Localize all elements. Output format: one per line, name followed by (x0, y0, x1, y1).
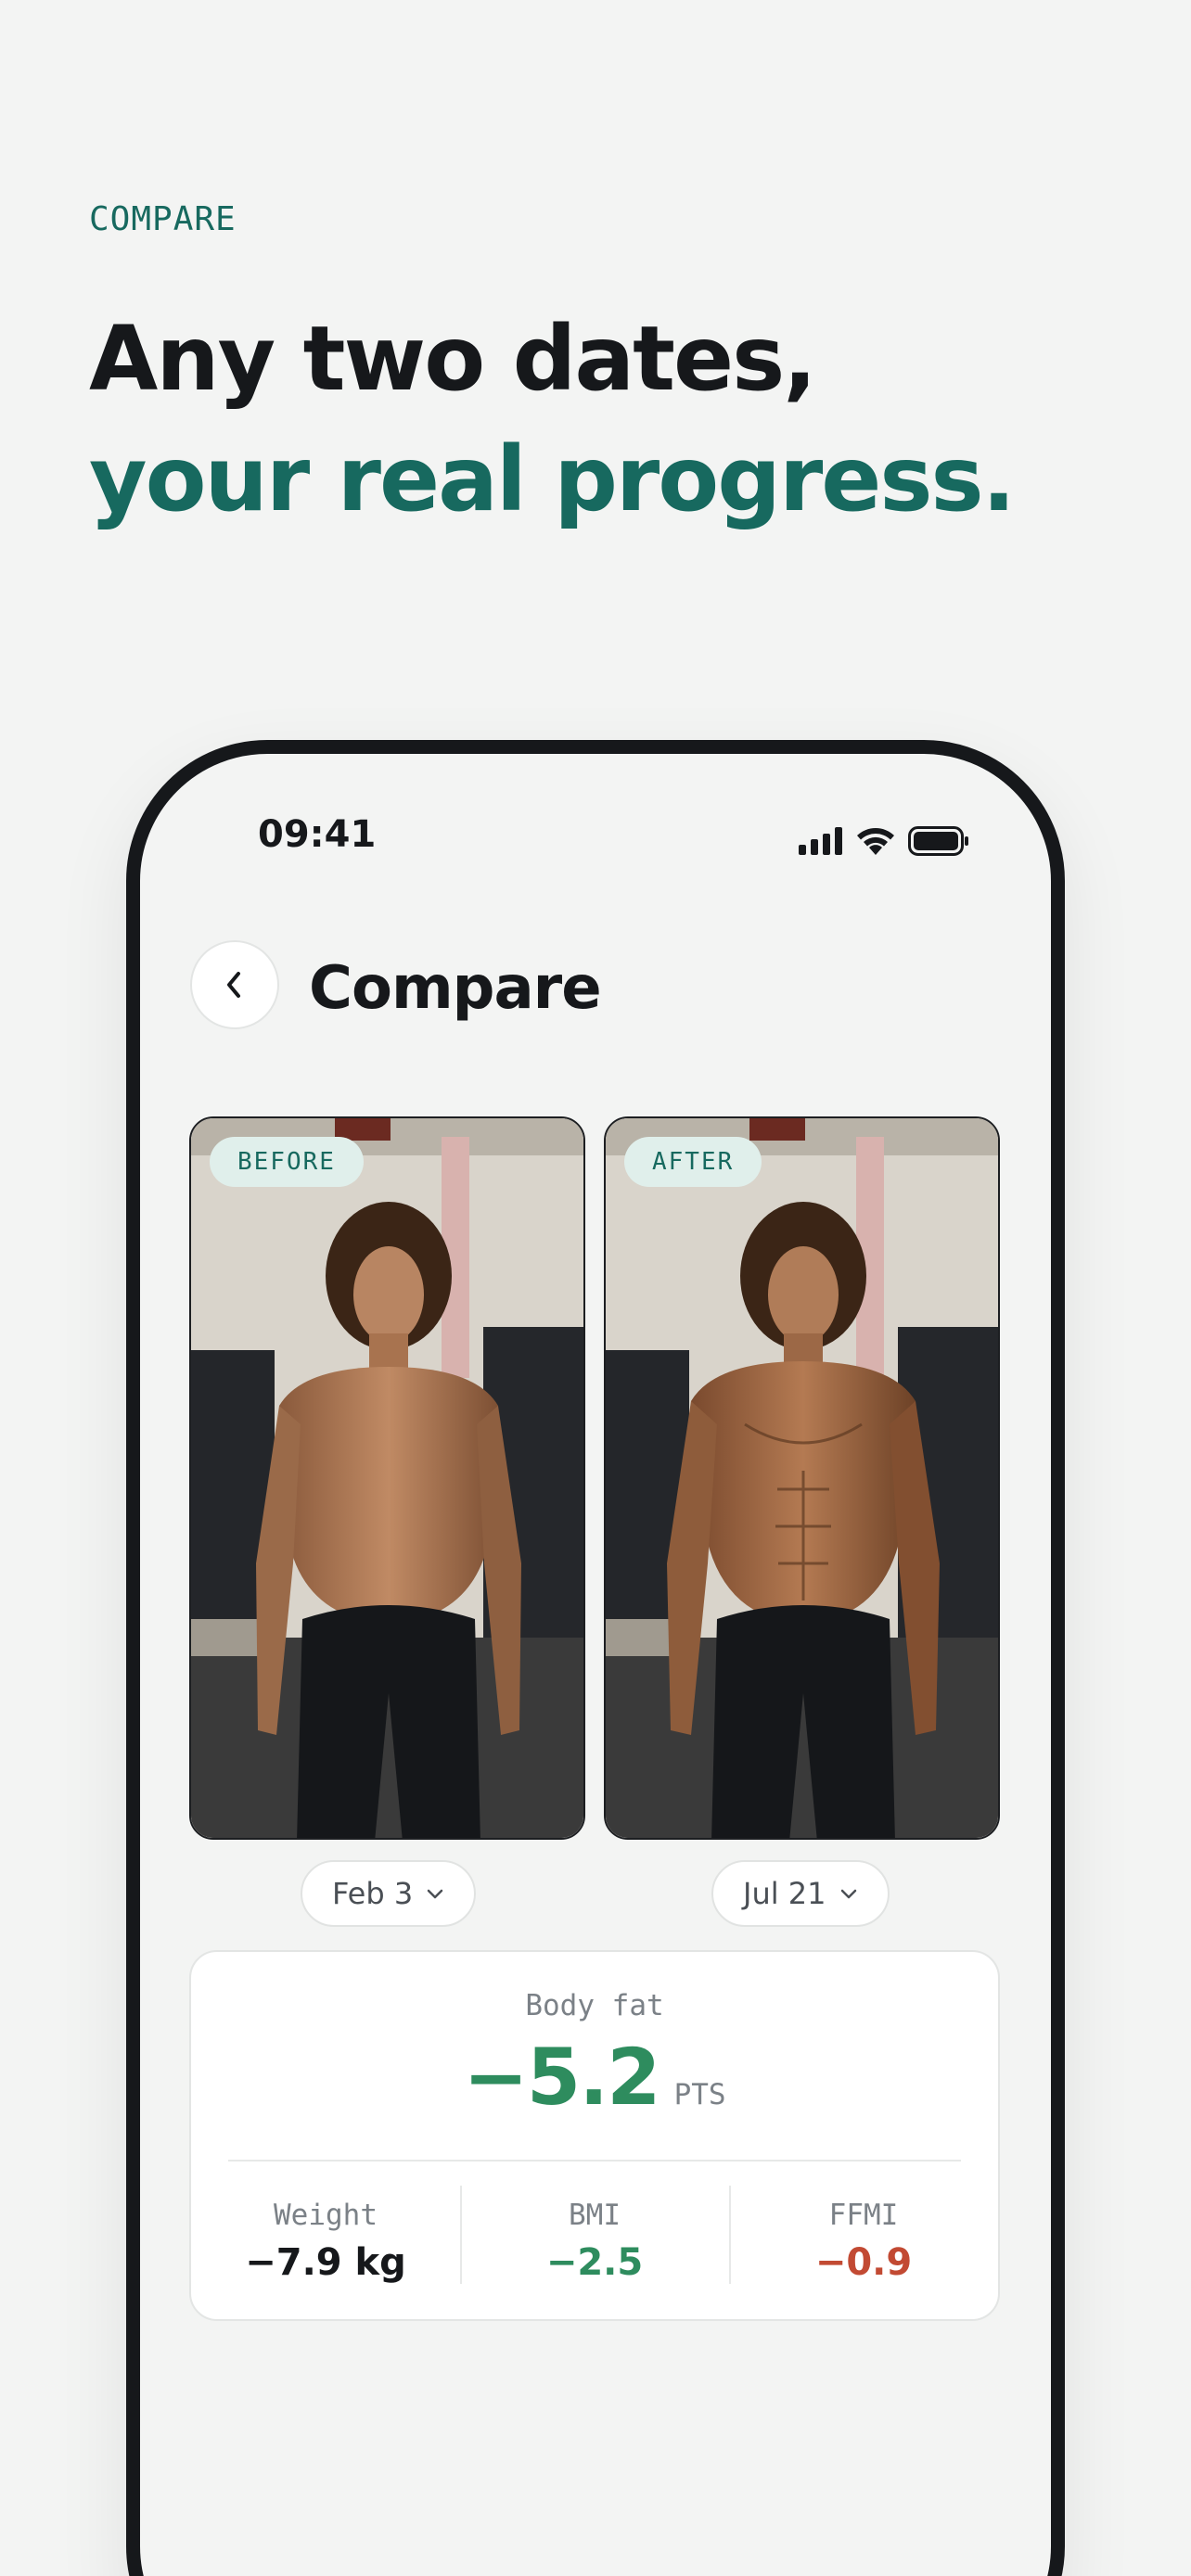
metric-label: FFMI (828, 2199, 899, 2232)
metric-ffmi: FFMI −0.9 (729, 2186, 998, 2288)
metric-value: −0.9 (814, 2241, 913, 2284)
battery-icon (908, 826, 968, 856)
headline-line-1: Any two dates, (89, 307, 817, 411)
status-time: 09:41 (258, 813, 377, 856)
metric-bmi: BMI −2.5 (460, 2186, 729, 2288)
stats-divider (228, 2160, 961, 2162)
body-fat-value: −5.2 (463, 2032, 660, 2123)
chevron-down-icon (427, 1889, 443, 1899)
before-tag: BEFORE (210, 1137, 364, 1187)
after-date-selector[interactable]: Jul 21 (711, 1860, 890, 1927)
before-photo[interactable]: BEFORE (189, 1116, 585, 1840)
metric-value: −2.5 (545, 2241, 644, 2284)
metric-label: Weight (274, 2199, 378, 2232)
body-fat-row: −5.2 PTS (191, 2032, 998, 2123)
stats-card: Body fat −5.2 PTS Weight −7.9 kg BMI −2.… (189, 1950, 1000, 2321)
metric-label: BMI (569, 2199, 621, 2232)
after-photo[interactable]: AFTER (604, 1116, 1000, 1840)
signal-icon (799, 827, 842, 855)
status-icons (799, 823, 969, 860)
before-date-label: Feb 3 (332, 1876, 414, 1911)
metric-value: −7.9 kg (245, 2241, 406, 2284)
after-date-label: Jul 21 (743, 1876, 826, 1911)
status-bar: 09:41 (140, 813, 1051, 869)
eyebrow-label: COMPARE (89, 200, 237, 238)
body-fat-label: Body fat (525, 1989, 664, 2022)
metric-weight: Weight −7.9 kg (191, 2186, 460, 2288)
chevron-left-icon (227, 972, 240, 998)
body-fat-unit: PTS (673, 2078, 726, 2111)
wifi-icon (857, 828, 894, 855)
back-button[interactable] (190, 940, 279, 1029)
after-tag: AFTER (624, 1137, 762, 1187)
before-date-selector[interactable]: Feb 3 (301, 1860, 477, 1927)
chevron-down-icon (840, 1889, 856, 1899)
before-photo-image (191, 1118, 583, 1838)
metrics-row: Weight −7.9 kg BMI −2.5 FFMI −0.9 (191, 2186, 998, 2288)
headline: Any two dates, your real progress. (89, 299, 1016, 540)
after-photo-image (606, 1118, 998, 1838)
screen-title: Compare (309, 954, 602, 1023)
phone-frame: 09:41 Compare BEFORE AFTER Feb 3 Jul 21 … (126, 740, 1065, 2576)
headline-line-2: your real progress. (89, 427, 1016, 531)
